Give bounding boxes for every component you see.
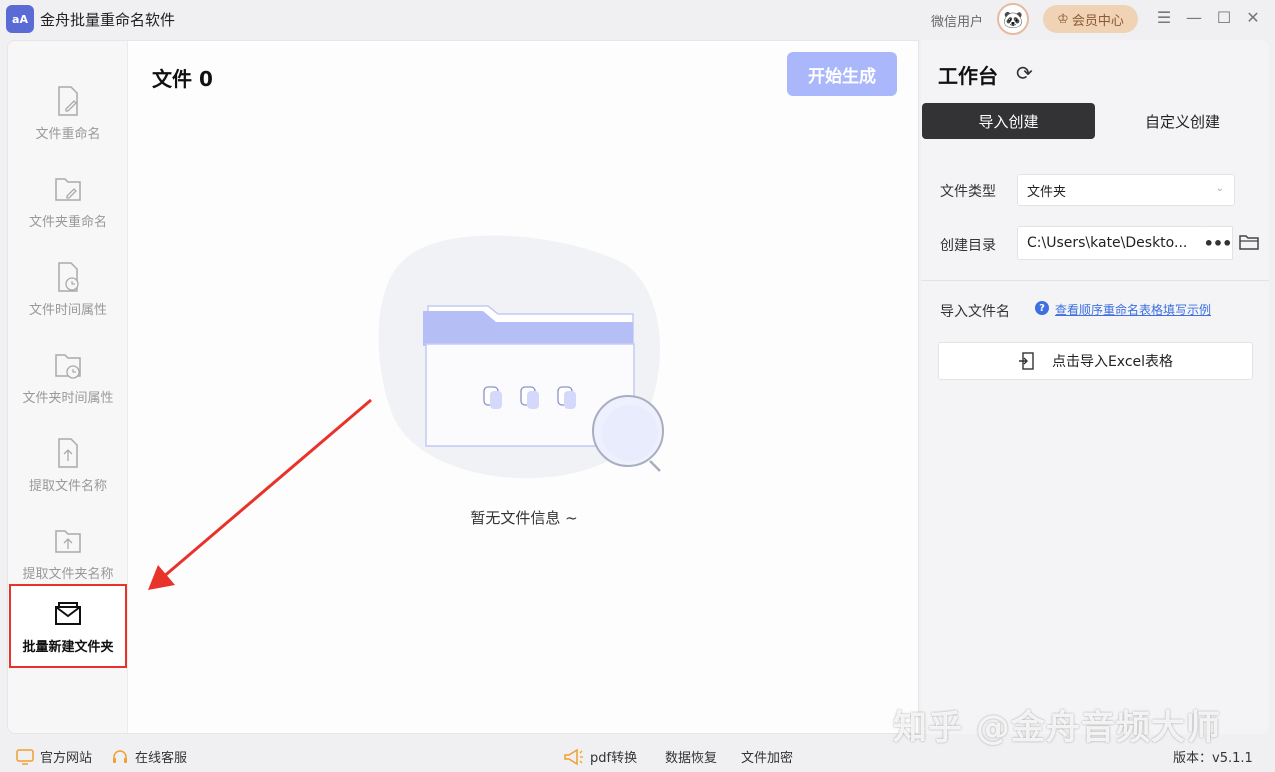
minimize-button[interactable]: — [1184, 8, 1204, 27]
watermark: 知乎 @金舟音频大师 [893, 708, 1221, 748]
close-button[interactable]: ✕ [1243, 8, 1263, 27]
tab-custom-create[interactable]: 自定义创建 [1096, 103, 1269, 139]
import-excel-label: 点击导入Excel表格 [1051, 354, 1174, 370]
import-filename-label: 导入文件名 [940, 304, 1010, 320]
start-generate-button[interactable]: 开始生成 [787, 52, 897, 96]
title-bar: aA 金舟批量重命名软件 微信用户 🐼 ♔ 会员中心 ☰ — ☐ ✕ [0, 0, 1275, 38]
file-type-select[interactable]: 文件夹 ⌄ [1017, 174, 1235, 206]
official-site-link[interactable]: 官方网站 [16, 747, 92, 766]
sidebar-item-folder-rename[interactable]: 文件夹重命名 [8, 159, 128, 243]
chevron-down-icon: ⌄ [1215, 183, 1224, 194]
create-dir-input[interactable]: C:\Users\kate\Deskto... [1017, 226, 1204, 260]
user-name[interactable]: 微信用户 [931, 11, 983, 30]
maximize-button[interactable]: ☐ [1214, 8, 1234, 27]
file-type-value: 文件夹 [1027, 184, 1067, 200]
sidebar-item-batch-new-folder[interactable]: 批量新建文件夹 [9, 584, 127, 668]
sidebar-item-file-rename[interactable]: 文件重命名 [8, 71, 128, 155]
monitor-icon [16, 748, 34, 765]
browse-dots-button[interactable]: ••• [1203, 226, 1233, 260]
files-count-title: 文件 0 [152, 67, 213, 91]
import-icon [1018, 352, 1034, 370]
official-site-label: 官方网站 [40, 751, 93, 766]
sidebar-item-label: 文件夹时间属性 [22, 390, 114, 406]
divider [921, 280, 1269, 281]
sidebar-item-label: 提取文件夹名称 [22, 566, 114, 582]
workbench-title: 工作台 [938, 64, 998, 88]
pdf-convert-link[interactable]: pdf转换 [562, 747, 637, 766]
file-list-panel: 文件 0 开始生成 暂无文件信息 ~ [127, 40, 919, 734]
online-service-label: 在线客服 [135, 751, 188, 766]
sidebar-item-label: 提取文件名称 [28, 478, 107, 494]
file-edit-icon [58, 85, 78, 116]
tab-import-create[interactable]: 导入创建 [922, 103, 1095, 139]
folder-edit-icon [55, 177, 81, 201]
help-icon: ? [1035, 301, 1049, 315]
headset-icon [113, 749, 127, 763]
create-dir-label: 创建目录 [940, 238, 996, 254]
refresh-icon[interactable]: ⟳ [1016, 61, 1033, 85]
empty-state-text: 暂无文件信息 ~ [470, 509, 578, 527]
empty-folder-illustration [378, 235, 664, 479]
sidebar-item-label: 文件重命名 [35, 126, 101, 142]
sidebar-item-file-time[interactable]: 文件时间属性 [8, 247, 128, 331]
app-title: 金舟批量重命名软件 [40, 11, 176, 29]
avatar[interactable]: 🐼 [997, 3, 1029, 35]
sidebar: 文件重命名 文件夹重命名 文件时间属性 文件夹时间属性 提取文件名称 提取文件夹… [7, 40, 127, 734]
folder-upload-icon [55, 529, 81, 553]
pdf-convert-label: pdf转换 [590, 751, 638, 766]
vip-center-button[interactable]: ♔ 会员中心 [1043, 5, 1138, 33]
example-link[interactable]: 查看顺序重命名表格填写示例 [1055, 301, 1211, 318]
file-encrypt-link[interactable]: 文件加密 [741, 747, 793, 766]
menu-icon[interactable]: ☰ [1154, 8, 1174, 27]
sidebar-item-extract-folder-names[interactable]: 提取文件夹名称 [8, 511, 128, 595]
sidebar-item-folder-time[interactable]: 文件夹时间属性 [8, 335, 128, 419]
file-upload-icon [58, 437, 78, 468]
crown-icon: ♔ [1057, 11, 1069, 27]
sidebar-item-label: 文件时间属性 [28, 302, 107, 318]
import-excel-button[interactable]: 点击导入Excel表格 [938, 342, 1253, 380]
megaphone-icon [564, 748, 583, 765]
sidebar-item-extract-file-names[interactable]: 提取文件名称 [8, 423, 128, 507]
mail-folder-icon [55, 601, 81, 625]
file-type-label: 文件类型 [940, 184, 996, 200]
file-clock-icon [58, 261, 79, 292]
sidebar-item-label: 批量新建文件夹 [22, 639, 114, 655]
folder-clock-icon [55, 353, 81, 379]
version-label: 版本：v5.1.1 [1173, 751, 1253, 766]
data-recovery-link[interactable]: 数据恢复 [665, 747, 717, 766]
workbench-panel: 工作台 ⟳ 导入创建 自定义创建 文件类型 文件夹 ⌄ 创建目录 C:\User… [921, 40, 1269, 734]
online-service-link[interactable]: 在线客服 [111, 747, 187, 766]
vip-center-label: 会员中心 [1071, 13, 1124, 29]
app-logo-icon: aA [6, 5, 34, 33]
open-folder-icon[interactable] [1239, 233, 1259, 251]
sidebar-item-label: 文件夹重命名 [28, 214, 107, 230]
